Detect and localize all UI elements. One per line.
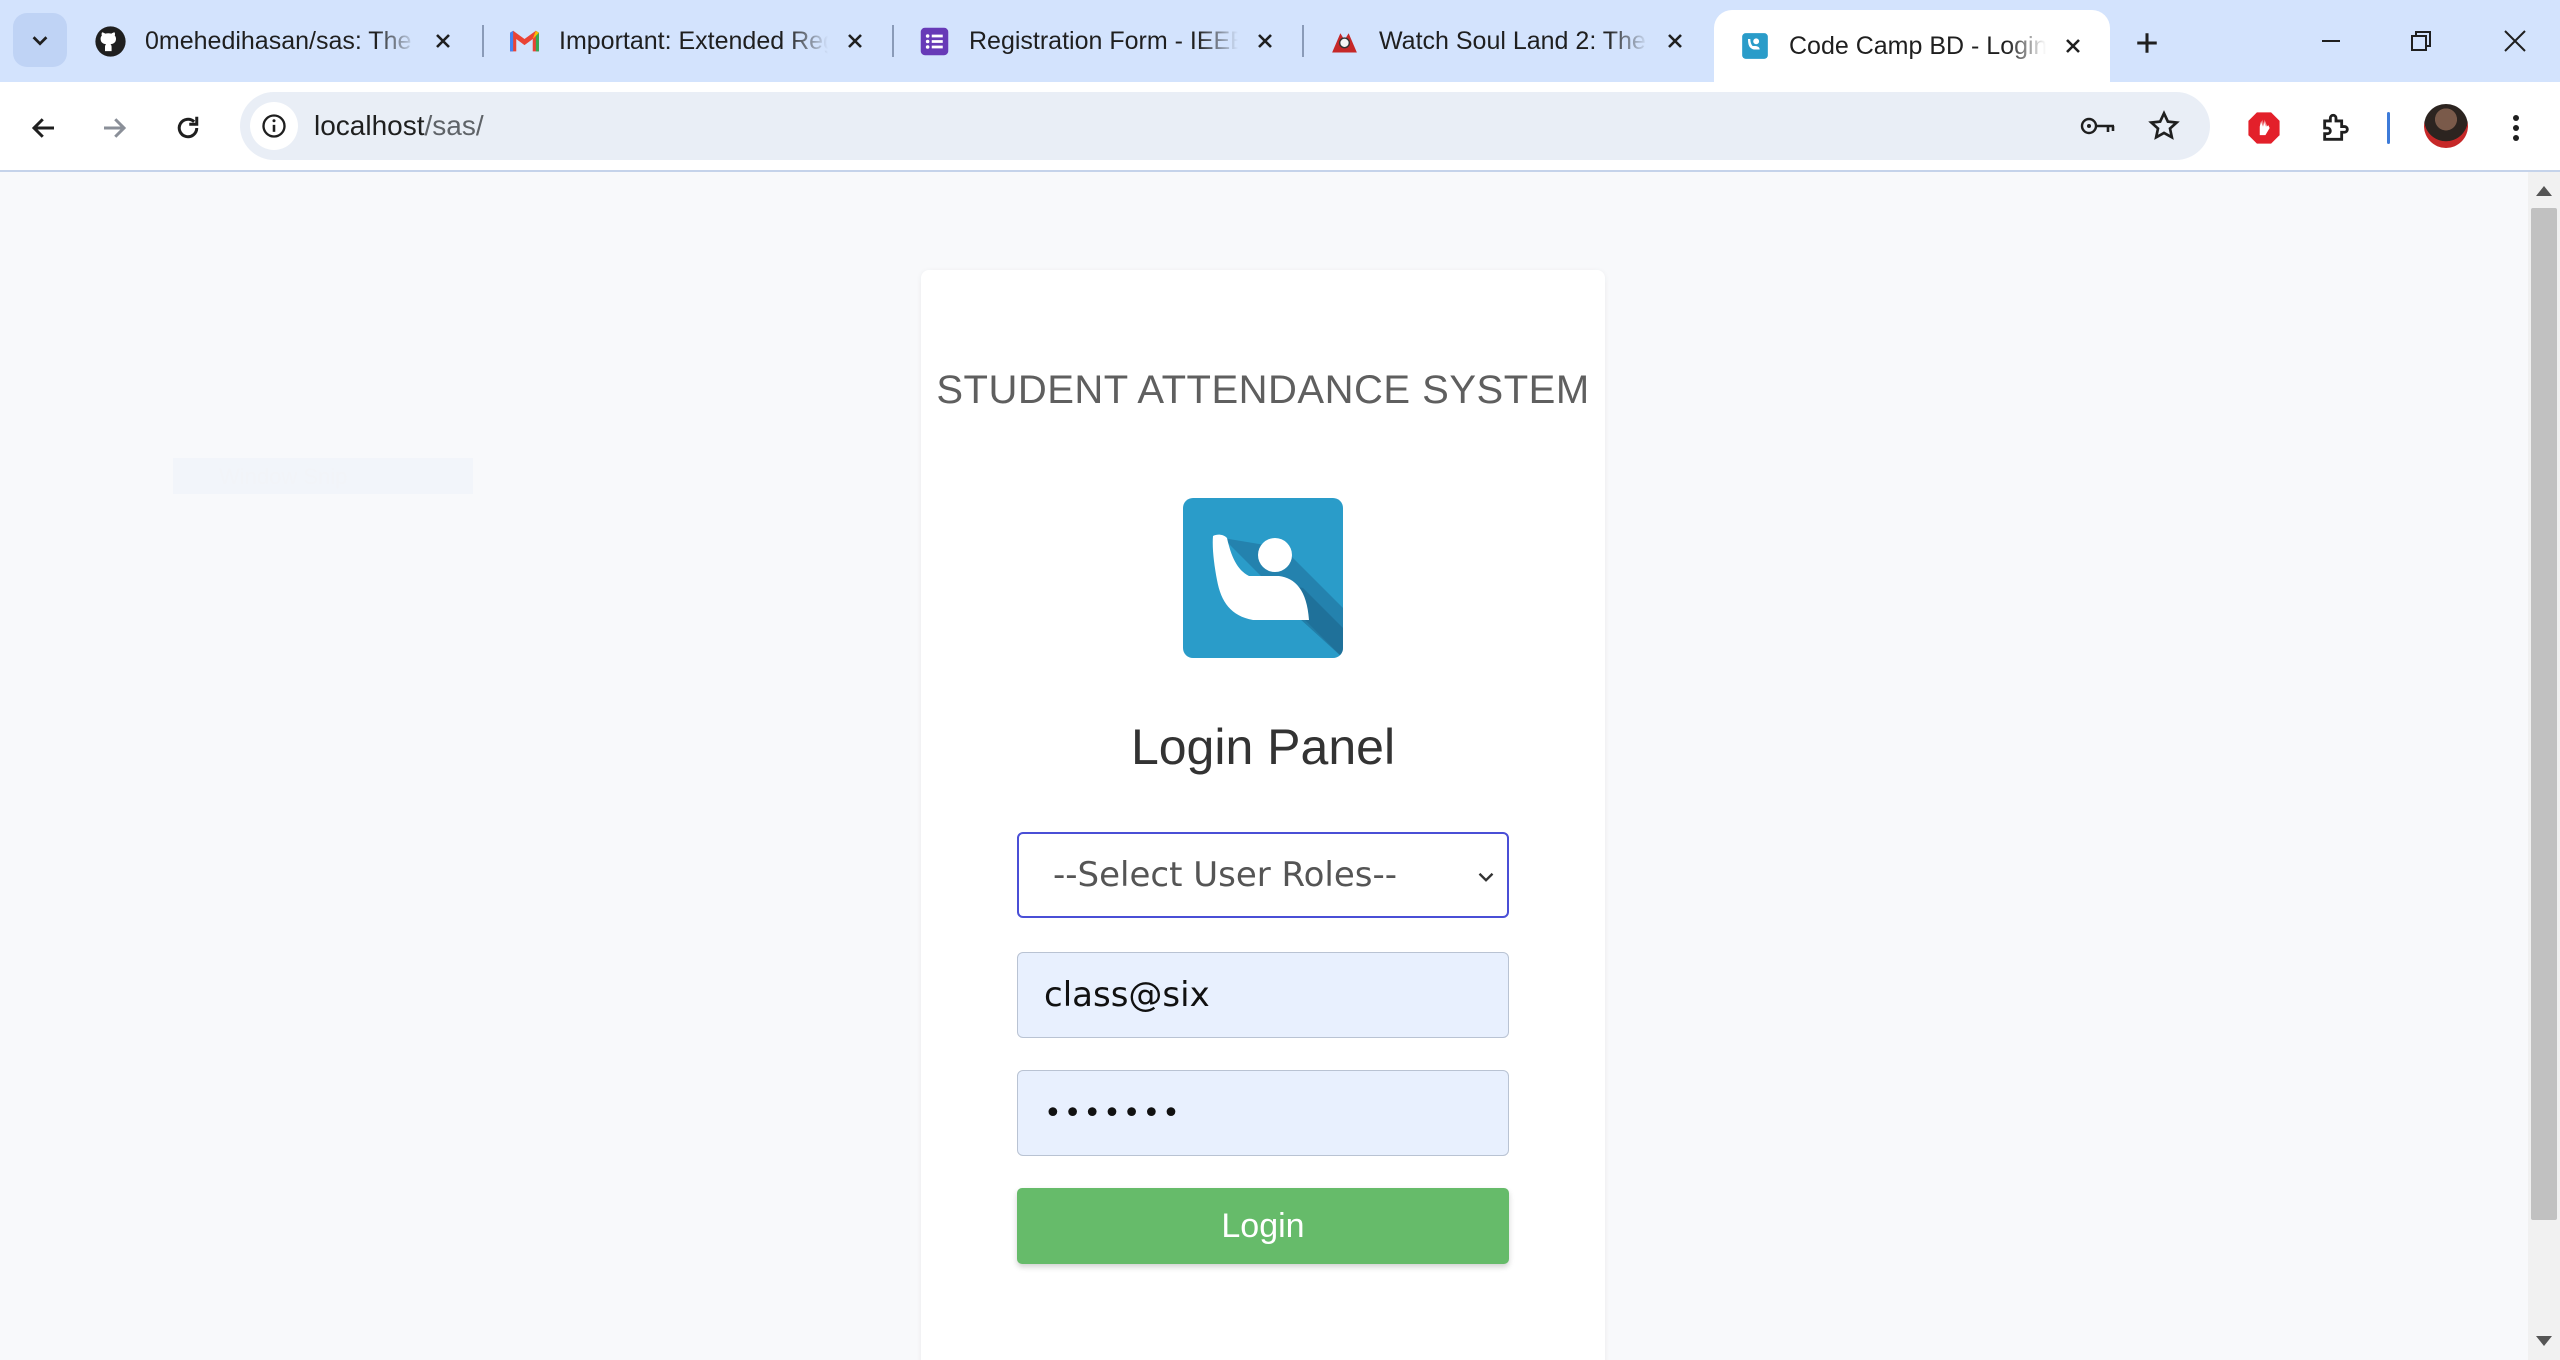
user-role-selected: --Select User Roles-- xyxy=(1053,855,1398,895)
close-icon[interactable] xyxy=(840,26,870,56)
panel-title: Login Panel xyxy=(1130,719,1396,775)
tab-title: Code Camp BD - Login xyxy=(1789,31,2046,60)
tab-forms[interactable]: Registration Form - IEEE Computer Societ… xyxy=(894,10,1302,72)
scroll-down-icon[interactable] xyxy=(2536,1336,2552,1346)
anime-site-icon xyxy=(1328,25,1361,58)
tab-code-camp-login[interactable]: Code Camp BD - Login xyxy=(1714,10,2110,82)
tab-strip: 0mehedihasan/sas: The Student Attendance… xyxy=(0,0,2560,82)
app-logo xyxy=(1183,498,1343,658)
reload-button[interactable] xyxy=(164,104,212,152)
minimize-icon xyxy=(2322,40,2340,42)
login-button-label: Login xyxy=(1221,1206,1305,1245)
url-host: localhost xyxy=(314,110,425,141)
site-info-button[interactable] xyxy=(250,102,298,150)
forms-icon xyxy=(918,25,951,58)
username-value: class@six xyxy=(1044,975,1210,1015)
toolbar-divider xyxy=(2387,112,2390,144)
chevron-down-icon xyxy=(1478,872,1494,882)
close-icon[interactable] xyxy=(428,26,458,56)
kebab-menu-icon xyxy=(2513,115,2519,141)
address-bar[interactable]: localhost/sas/ xyxy=(240,92,2210,160)
page-viewport: Window Snip STUDENT ATTENDANCE SYSTEM Lo… xyxy=(0,172,2528,1360)
plus-icon xyxy=(2137,33,2157,53)
tab-title: 0mehedihasan/sas: The Student Attendance… xyxy=(145,26,416,55)
restore-button[interactable] xyxy=(2394,14,2448,68)
close-icon xyxy=(2504,30,2526,52)
tab-anime[interactable]: Watch Soul Land 2: The Peerless Tang Sec… xyxy=(1304,10,1712,72)
close-icon[interactable] xyxy=(1660,26,1690,56)
profile-avatar[interactable] xyxy=(2424,104,2468,148)
user-role-select[interactable]: --Select User Roles-- xyxy=(1017,832,1509,918)
password-value: ••••••• xyxy=(1044,1095,1182,1131)
scroll-up-icon[interactable] xyxy=(2536,186,2552,196)
arrow-right-icon xyxy=(104,118,127,138)
arrow-left-icon xyxy=(31,118,54,138)
close-icon[interactable] xyxy=(1250,26,1280,56)
back-button[interactable] xyxy=(20,104,68,152)
reload-icon xyxy=(177,116,199,139)
star-icon xyxy=(2148,110,2180,140)
tab-title: Important: Extended Registration xyxy=(559,26,828,55)
scroll-thumb[interactable] xyxy=(2531,208,2557,1220)
tab-title: Registration Form - IEEE Computer Societ… xyxy=(969,26,1238,55)
system-title: STUDENT ATTENDANCE SYSTEM xyxy=(936,368,1590,412)
close-window-button[interactable] xyxy=(2488,14,2542,68)
restore-icon xyxy=(2411,31,2431,51)
new-tab-button[interactable] xyxy=(2124,20,2170,66)
close-icon[interactable] xyxy=(2058,31,2088,61)
extensions-button[interactable] xyxy=(2312,104,2360,152)
adblock-extension-button[interactable] xyxy=(2240,104,2288,152)
username-field[interactable]: class@six xyxy=(1017,952,1509,1038)
tab-gmail[interactable]: Important: Extended Registration xyxy=(484,10,892,72)
puzzle-icon xyxy=(2323,113,2349,141)
minimize-button[interactable] xyxy=(2304,14,2358,68)
key-icon xyxy=(2080,117,2115,135)
tab-github[interactable]: 0mehedihasan/sas: The Student Attendance… xyxy=(70,10,480,72)
login-card: STUDENT ATTENDANCE SYSTEM Login Panel --… xyxy=(921,270,1605,1360)
bookmark-button[interactable] xyxy=(2144,106,2184,146)
password-key-button[interactable] xyxy=(2078,106,2118,146)
page-scrollbar[interactable] xyxy=(2528,172,2560,1360)
forward-button[interactable] xyxy=(90,104,138,152)
info-icon xyxy=(262,114,286,138)
github-icon xyxy=(94,25,127,58)
menu-button[interactable] xyxy=(2492,104,2540,152)
tab-title: Watch Soul Land 2: The Peerless Tang Sec… xyxy=(1379,26,1648,55)
window-snip-overlay: Window Snip xyxy=(173,458,473,494)
tab-search-button[interactable] xyxy=(13,13,67,67)
gmail-icon xyxy=(508,25,541,58)
site-logo-icon xyxy=(1738,30,1771,63)
browser-toolbar: localhost/sas/ xyxy=(0,82,2560,172)
login-button[interactable]: Login xyxy=(1017,1188,1509,1264)
url-text[interactable]: localhost/sas/ xyxy=(314,110,484,142)
url-path: /sas/ xyxy=(424,110,484,141)
chevron-down-icon xyxy=(32,36,48,46)
window-snip-label: Window Snip xyxy=(219,464,348,489)
password-field[interactable]: ••••••• xyxy=(1017,1070,1509,1156)
adblock-icon xyxy=(2248,112,2280,144)
student-raise-hand-icon xyxy=(1212,534,1343,658)
